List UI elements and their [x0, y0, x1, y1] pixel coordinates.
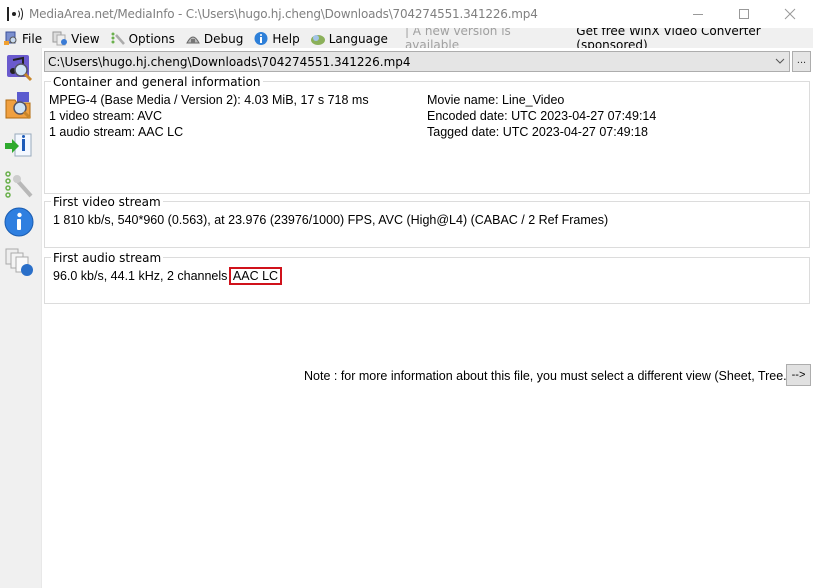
video-stream-group: First video stream 1 810 kb/s, 540*960 (…: [44, 195, 810, 248]
minimize-button[interactable]: [675, 0, 721, 28]
file-path: C:\Users\hugo.hj.cheng\Downloads\7042745…: [48, 54, 411, 69]
folder-search-icon: [5, 92, 32, 120]
audio-stream-title: First audio stream: [51, 251, 164, 265]
open-folder-button[interactable]: [3, 90, 35, 122]
encoded-date-line: Encoded date: UTC 2023-04-27 07:49:14: [427, 109, 657, 123]
language-icon: [310, 34, 325, 45]
audio-codec-highlight: AAC LC: [228, 267, 283, 285]
general-info-group: Container and general information MPEG-4…: [44, 75, 810, 194]
update-notice[interactable]: | A new version is available: [405, 28, 554, 48]
open-file-button[interactable]: [3, 52, 35, 84]
music-file-search-icon: [7, 55, 33, 82]
help-icon: [254, 31, 268, 45]
audio-stream-details: 96.0 kb/s, 44.1 kHz, 2 channels: [53, 269, 228, 283]
general-video-count-line: 1 video stream: AVC: [49, 109, 163, 123]
movie-name-line: Movie name: Line_Video: [427, 93, 565, 107]
minimize-icon: [693, 13, 703, 15]
window-title: MediaArea.net/MediaInfo - C:\Users\hugo.…: [29, 7, 538, 21]
audio-stream-group: First audio stream 96.0 kb/s, 44.1 kHz, …: [44, 251, 810, 304]
browse-more-button[interactable]: ...: [792, 51, 811, 72]
title-bar: MediaArea.net/MediaInfo - C:\Users\hugo.…: [0, 0, 813, 28]
video-stream-line: 1 810 kb/s, 540*960 (0.563), at 23.976 (…: [53, 213, 609, 227]
menu-debug[interactable]: Debug: [182, 28, 246, 48]
menu-help[interactable]: Help: [250, 28, 302, 48]
sidebar: [0, 48, 42, 588]
maximize-button[interactable]: [721, 0, 767, 28]
documents-web-icon: [5, 248, 33, 276]
change-view-button[interactable]: -->: [786, 364, 811, 386]
about-button[interactable]: [3, 206, 35, 238]
menu-bar: File View Options Debug Help Language | …: [0, 28, 813, 48]
mediainfo-logo-icon: [7, 6, 23, 22]
wrench-settings-icon: [5, 171, 33, 198]
preferences-button[interactable]: [3, 168, 35, 200]
maximize-icon: [739, 9, 749, 19]
view-icon: [52, 31, 68, 45]
info-icon: [4, 207, 34, 237]
export-button[interactable]: [3, 130, 35, 162]
general-info-title: Container and general information: [51, 75, 263, 89]
menu-file[interactable]: File: [0, 28, 45, 48]
view-note: Note : for more information about this f…: [304, 369, 798, 383]
tagged-date-line: Tagged date: UTC 2023-04-27 07:49:18: [427, 125, 648, 139]
chevron-down-icon: [775, 58, 785, 64]
general-format-line: MPEG-4 (Base Media / Version 2): 4.03 Mi…: [49, 93, 369, 107]
video-stream-title: First video stream: [51, 195, 163, 209]
menu-language[interactable]: Language: [307, 28, 391, 48]
file-icon: [4, 31, 17, 45]
debug-icon: [186, 36, 200, 43]
close-icon: [784, 8, 796, 20]
audio-stream-line: 96.0 kb/s, 44.1 kHz, 2 channels AAC LC: [53, 267, 283, 285]
menu-view[interactable]: View: [49, 28, 102, 48]
web-button[interactable]: [3, 246, 35, 278]
general-audio-count-line: 1 audio stream: AAC LC: [49, 125, 184, 139]
sponsor-link[interactable]: Get free WinX Video Converter (sponsored…: [576, 28, 813, 48]
file-select-dropdown[interactable]: C:\Users\hugo.hj.cheng\Downloads\7042745…: [44, 51, 790, 72]
options-icon: [111, 32, 125, 45]
export-info-icon: [5, 133, 32, 157]
menu-options[interactable]: Options: [107, 28, 178, 48]
close-button[interactable]: [767, 0, 813, 28]
